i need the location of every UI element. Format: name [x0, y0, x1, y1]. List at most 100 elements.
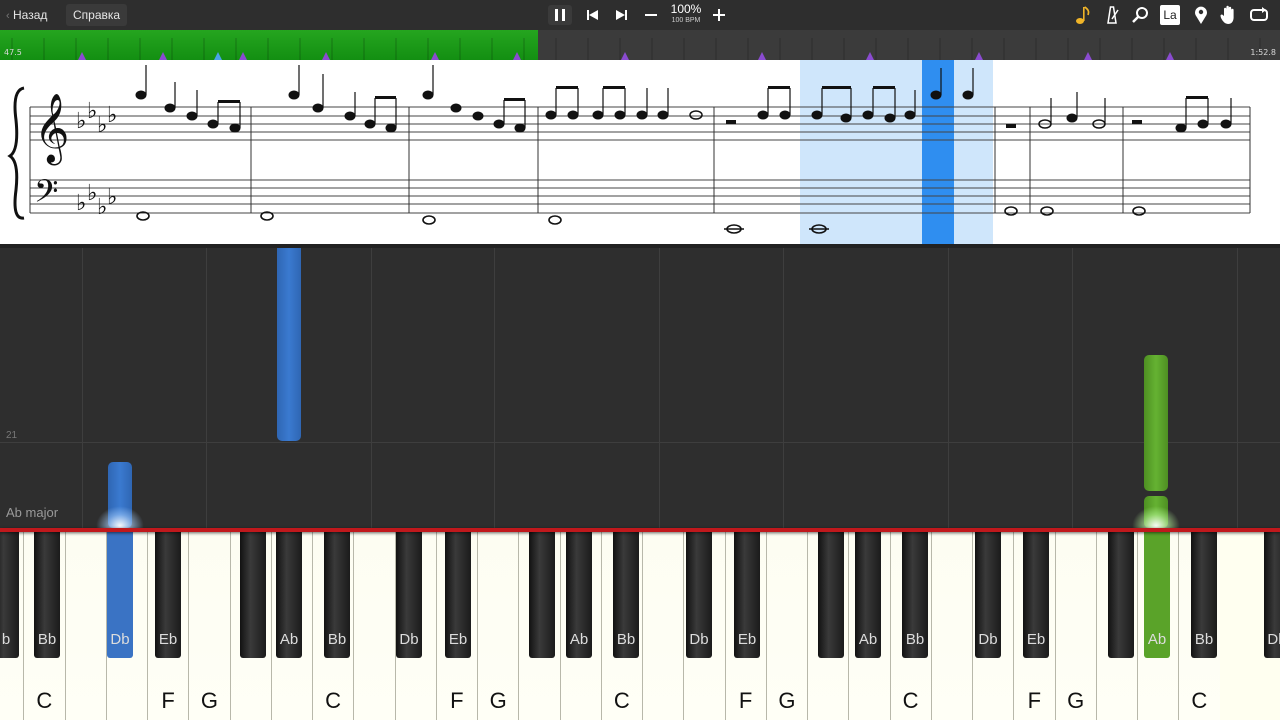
black-key[interactable] [529, 532, 555, 658]
progress-bar[interactable]: 47.5 1:52.8 [0, 30, 1280, 60]
white-key[interactable]: G [765, 532, 807, 720]
white-key-label: C [1191, 688, 1208, 713]
svg-text:♭: ♭ [76, 191, 86, 216]
black-key[interactable] [240, 532, 266, 658]
black-key[interactable]: Db [107, 532, 133, 658]
white-key[interactable] [353, 532, 395, 720]
tempo-bpm: 100 BPM [671, 17, 701, 24]
black-key[interactable]: Bb [613, 532, 639, 658]
location-button[interactable] [1190, 4, 1212, 26]
black-key-label: Bb [905, 631, 925, 648]
white-key[interactable] [930, 532, 972, 720]
black-key[interactable]: Db [396, 532, 422, 658]
note-settings-button[interactable] [1072, 4, 1094, 26]
black-key[interactable]: Bb [324, 532, 350, 658]
pause-icon [555, 9, 565, 21]
black-key[interactable]: Eb [1023, 532, 1049, 658]
white-key-label: C [325, 688, 342, 713]
black-key-label: Db [689, 631, 709, 648]
previous-button[interactable] [580, 5, 604, 25]
svg-text:𝄢: 𝄢 [34, 173, 58, 217]
glow-effect [96, 506, 144, 528]
svg-text:♭: ♭ [87, 99, 97, 124]
black-key[interactable]: Ab [1144, 532, 1170, 658]
black-key[interactable]: Db [1264, 532, 1280, 658]
white-key[interactable] [642, 532, 684, 720]
black-key[interactable]: b [0, 532, 19, 658]
keyboard-red-line [0, 528, 1280, 532]
black-key[interactable]: Ab [566, 532, 592, 658]
black-key-label: Eb [737, 631, 757, 648]
black-key-label: Bb [616, 631, 636, 648]
black-key[interactable]: Db [975, 532, 1001, 658]
start-time: 47.5 [4, 48, 22, 57]
score-svg: 𝄞 𝄢 ♭ ♭♭ ♭ ♭ ♭♭ ♭ [7, 60, 1251, 244]
metronome-button[interactable] [1101, 4, 1123, 26]
svg-text:♭: ♭ [97, 113, 107, 138]
end-time: 1:52.8 [1250, 48, 1276, 57]
sheet-music[interactable]: 𝄞 𝄢 ♭ ♭ ♭ ♭ ♭ ♭ ♭ ♭ [0, 60, 1280, 244]
search-icon [1132, 7, 1148, 23]
black-key[interactable]: Ab [276, 532, 302, 658]
location-pin-icon [1195, 6, 1207, 24]
white-key-label: G [778, 688, 796, 713]
black-key[interactable]: Bb [1191, 532, 1217, 658]
svg-text:♭: ♭ [107, 103, 117, 128]
black-key-label: Bb [1194, 631, 1214, 648]
piano-roll: 21 Ab major [0, 248, 1280, 528]
white-key-label: C [613, 688, 630, 713]
white-key-label: C [902, 688, 919, 713]
white-key-label: F [450, 688, 464, 713]
back-label: Назад [13, 8, 48, 22]
search-button[interactable] [1130, 4, 1152, 26]
black-key-label: b [1, 631, 11, 648]
piano-keyboard[interactable]: C F G C F G C F G C F G Cb Bb Db Eb Ab Bb Db Eb Ab Bb Db Eb Ab Bb… [0, 528, 1280, 720]
black-key-label: Ab [1147, 631, 1167, 648]
slower-button[interactable] [640, 5, 662, 25]
next-button[interactable] [610, 5, 634, 25]
black-key[interactable]: Bb [902, 532, 928, 658]
black-key-label: Db [399, 631, 419, 648]
faster-button[interactable] [708, 5, 730, 25]
white-key-label: F [1027, 688, 1042, 713]
key-labels-button[interactable]: La [1160, 5, 1180, 25]
plus-icon [713, 9, 725, 21]
metronome-icon [1107, 6, 1119, 24]
black-key[interactable] [1108, 532, 1134, 658]
white-key[interactable]: G [188, 532, 230, 720]
tempo-display[interactable]: 100% 100 BPM [664, 2, 708, 28]
chevron-left-icon: ‹ [6, 10, 10, 22]
loop-icon [1250, 7, 1268, 21]
falling-note-left-hand [277, 248, 301, 441]
black-key[interactable]: Db [686, 532, 712, 658]
white-key[interactable] [64, 532, 106, 720]
svg-text:♭: ♭ [107, 185, 117, 210]
black-key-label: Bb [37, 631, 57, 648]
white-key-label: G [489, 688, 507, 713]
white-key[interactable]: G [1054, 532, 1096, 720]
measure-number: 21 [6, 430, 18, 441]
black-key[interactable]: Ab [855, 532, 881, 658]
black-key[interactable]: Bb [34, 532, 60, 658]
white-key[interactable]: G [477, 532, 519, 720]
black-key[interactable]: Eb [734, 532, 760, 658]
pause-button[interactable] [548, 5, 572, 25]
help-button[interactable]: Справка [66, 4, 128, 26]
black-key-label: Bb [327, 631, 347, 648]
black-key-label: Eb [448, 631, 468, 648]
toolbar: ‹ Назад Справка 100% 100 BPM La [0, 0, 1280, 30]
music-note-icon [1076, 6, 1090, 24]
skip-forward-icon [616, 10, 627, 20]
black-key[interactable]: Eb [445, 532, 471, 658]
back-button[interactable]: ‹ Назад [6, 4, 47, 26]
hand-button[interactable] [1218, 4, 1240, 26]
black-key-label: Db [1267, 631, 1280, 648]
svg-text:♭: ♭ [97, 195, 107, 220]
svg-text:𝄞: 𝄞 [34, 93, 69, 165]
black-key-label: Db [110, 631, 130, 648]
black-key[interactable]: Eb [155, 532, 181, 658]
progress-ticks [0, 30, 1280, 60]
loop-button[interactable] [1248, 4, 1270, 26]
black-key[interactable] [818, 532, 844, 658]
hand-icon [1220, 5, 1234, 24]
